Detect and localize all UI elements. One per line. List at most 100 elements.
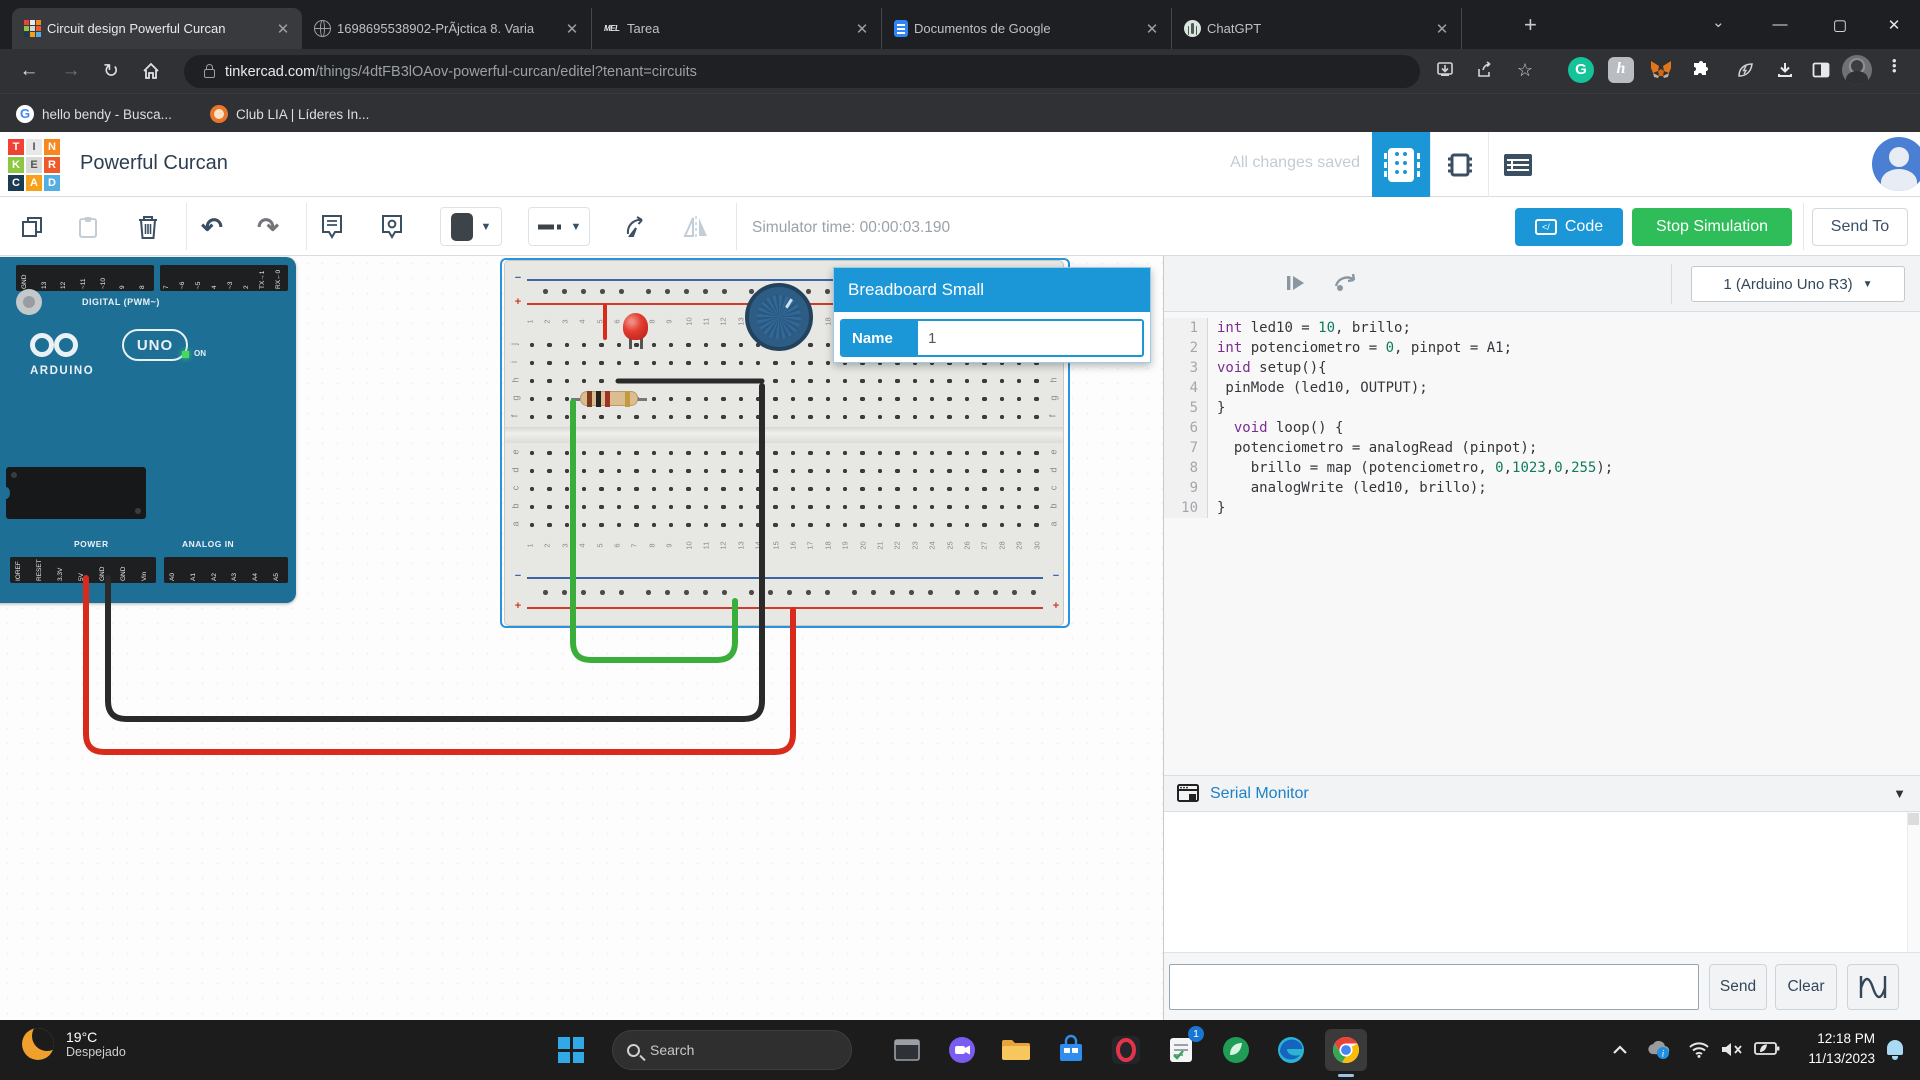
code-line[interactable]: 4 pinMode (led10, OUTPUT); (1164, 378, 1920, 398)
replay-icon[interactable] (1332, 270, 1360, 301)
wifi-icon[interactable] (1688, 1041, 1710, 1063)
code-line[interactable]: 1int led10 = 10, brillo; (1164, 318, 1920, 338)
browser-menu-icon[interactable]: ••• (1892, 58, 1896, 73)
browser-tab[interactable]: Circuit design Powerful Curcan✕ (12, 8, 302, 49)
tray-chevron-up-icon[interactable] (1612, 1042, 1628, 1060)
side-panel-icon[interactable] (1808, 57, 1834, 83)
code-button[interactable]: Code (1515, 208, 1623, 246)
serial-monitor-header[interactable]: Serial Monitor ▼ (1164, 775, 1920, 812)
code-line[interactable]: 9 analogWrite (led10, brillo); (1164, 478, 1920, 498)
green-app-taskbar-icon[interactable] (1215, 1029, 1257, 1071)
graph-button[interactable] (1847, 964, 1899, 1010)
redo-button[interactable]: ↷ (250, 209, 286, 245)
paste-button[interactable] (70, 209, 106, 245)
tab-close-icon[interactable]: ✕ (563, 20, 581, 38)
bookmark-hello-bendy[interactable]: G hello bendy - Busca... (16, 102, 172, 126)
reload-icon[interactable]: ↻ (96, 56, 126, 86)
forward-icon[interactable]: → (56, 56, 86, 86)
start-button[interactable] (553, 1032, 589, 1068)
code-line[interactable]: 2int potenciometro = 0, pinpot = A1; (1164, 338, 1920, 358)
browser-tab[interactable]: MELTarea✕ (592, 8, 882, 49)
notes-app-taskbar-icon[interactable]: 1 (1160, 1029, 1202, 1071)
share-icon[interactable] (1472, 57, 1498, 83)
notes-button[interactable] (314, 209, 350, 245)
delete-button[interactable] (130, 209, 166, 245)
clear-button[interactable]: Clear (1775, 964, 1837, 1010)
clock[interactable]: 12:18 PM 11/13/2023 (1808, 1029, 1875, 1069)
scrollbar-track[interactable] (1907, 812, 1920, 952)
honey-extension-icon[interactable]: h (1608, 57, 1634, 83)
tab-title: Documentos de Google (914, 21, 1137, 36)
browser-tab[interactable]: 1698695538902-PrÃjctica 8. Varia✕ (302, 8, 592, 49)
annotation-visibility-button[interactable] (374, 209, 410, 245)
copy-button[interactable] (14, 209, 50, 245)
chrome-taskbar-icon[interactable] (1325, 1029, 1367, 1071)
grammarly-extension-icon[interactable]: G (1568, 57, 1594, 83)
code-line[interactable]: 5} (1164, 398, 1920, 418)
extensions-puzzle-icon[interactable] (1688, 57, 1714, 83)
downloads-icon[interactable] (1772, 57, 1798, 83)
volume-muted-icon[interactable] (1720, 1041, 1744, 1063)
board-selector-dropdown[interactable]: 1 (Arduino Uno R3) ▼ (1691, 266, 1905, 302)
battery-saver-icon[interactable] (1754, 1041, 1780, 1061)
component-list-button[interactable] (1488, 132, 1546, 197)
undo-button[interactable]: ↶ (194, 209, 230, 245)
breadboard-view-button[interactable] (1372, 132, 1430, 197)
code-editor[interactable]: 1int led10 = 10, brillo;2int potenciomet… (1164, 312, 1920, 775)
serial-monitor-output[interactable] (1164, 812, 1920, 952)
tab-close-icon[interactable]: ✕ (1143, 20, 1161, 38)
taskbar-search[interactable]: Search (612, 1030, 852, 1070)
notifications-bell-icon[interactable] (1884, 1038, 1906, 1060)
browser-tab[interactable]: Documentos de Google ✕ (882, 8, 1172, 49)
flip-button[interactable] (678, 209, 714, 245)
home-icon[interactable] (136, 56, 166, 86)
stop-simulation-button[interactable]: Stop Simulation (1632, 208, 1792, 246)
tab-close-icon[interactable]: ✕ (1433, 20, 1451, 38)
weather-widget[interactable]: 19°C Despejado (22, 1028, 126, 1060)
metamask-extension-icon[interactable] (1648, 57, 1674, 83)
rotate-button[interactable] (618, 209, 654, 245)
circuit-canvas[interactable]: GND1312~11~1098 7~6~54~32TX→1RX←0 DIGITA… (0, 256, 1163, 1020)
tab-search-caret-icon[interactable]: ⌄ (1712, 13, 1725, 31)
new-tab-button[interactable]: + (1524, 12, 1537, 38)
browser-tab[interactable]: ChatGPT✕ (1172, 8, 1462, 49)
performance-leaf-icon[interactable] (1732, 57, 1758, 83)
code-line[interactable]: 7 potenciometro = analogRead (pinpot); (1164, 438, 1920, 458)
time: 12:18 PM (1808, 1029, 1875, 1049)
browser-profile-avatar[interactable] (1842, 55, 1872, 85)
color-dropdown[interactable]: ▼ (440, 207, 502, 246)
tinkercad-logo[interactable]: TINKERCAD (8, 139, 60, 191)
collapse-caret-icon[interactable]: ▼ (1893, 786, 1906, 801)
component-inspector-popup: Breadboard Small Name (833, 267, 1151, 363)
window-app-taskbar-icon[interactable] (886, 1029, 928, 1071)
tab-close-icon[interactable]: ✕ (274, 20, 292, 38)
send-button[interactable]: Send (1709, 964, 1767, 1010)
back-icon[interactable]: ← (14, 56, 44, 86)
send-to-button[interactable]: Send To (1812, 208, 1908, 246)
wire-style-dropdown[interactable]: ▼ (528, 207, 590, 246)
file-explorer-taskbar-icon[interactable] (995, 1029, 1037, 1071)
ms-store-taskbar-icon[interactable] (1050, 1029, 1092, 1071)
edge-taskbar-icon[interactable] (1270, 1029, 1312, 1071)
serial-input[interactable] (1169, 964, 1699, 1010)
bookmark-club-lia[interactable]: Club LIA | Líderes In... (210, 102, 369, 126)
tab-close-icon[interactable]: ✕ (853, 20, 871, 38)
code-line[interactable]: 8 brillo = map (potenciometro, 0,1023,0,… (1164, 458, 1920, 478)
project-title[interactable]: Powerful Curcan (80, 152, 228, 175)
debug-icon[interactable] (1282, 270, 1308, 301)
address-bar[interactable]: tinkercad.com/things/4dtFB3lOAov-powerfu… (184, 55, 1420, 88)
bookmark-star-icon[interactable]: ☆ (1512, 57, 1538, 83)
window-minimize-button[interactable]: — (1752, 0, 1808, 49)
install-app-icon[interactable] (1432, 57, 1458, 83)
video-app-taskbar-icon[interactable] (941, 1029, 983, 1071)
window-maximize-button[interactable]: ▢ (1812, 0, 1868, 49)
name-input[interactable] (918, 321, 1142, 355)
onedrive-info-icon[interactable]: i (1646, 1040, 1672, 1065)
code-line[interactable]: 3void setup(){ (1164, 358, 1920, 378)
window-close-button[interactable]: ✕ (1866, 0, 1920, 49)
account-avatar[interactable] (1872, 137, 1920, 191)
schematic-view-button[interactable] (1430, 132, 1488, 197)
opera-taskbar-icon[interactable] (1105, 1029, 1147, 1071)
code-line[interactable]: 10} (1164, 498, 1920, 518)
code-line[interactable]: 6 void loop() { (1164, 418, 1920, 438)
